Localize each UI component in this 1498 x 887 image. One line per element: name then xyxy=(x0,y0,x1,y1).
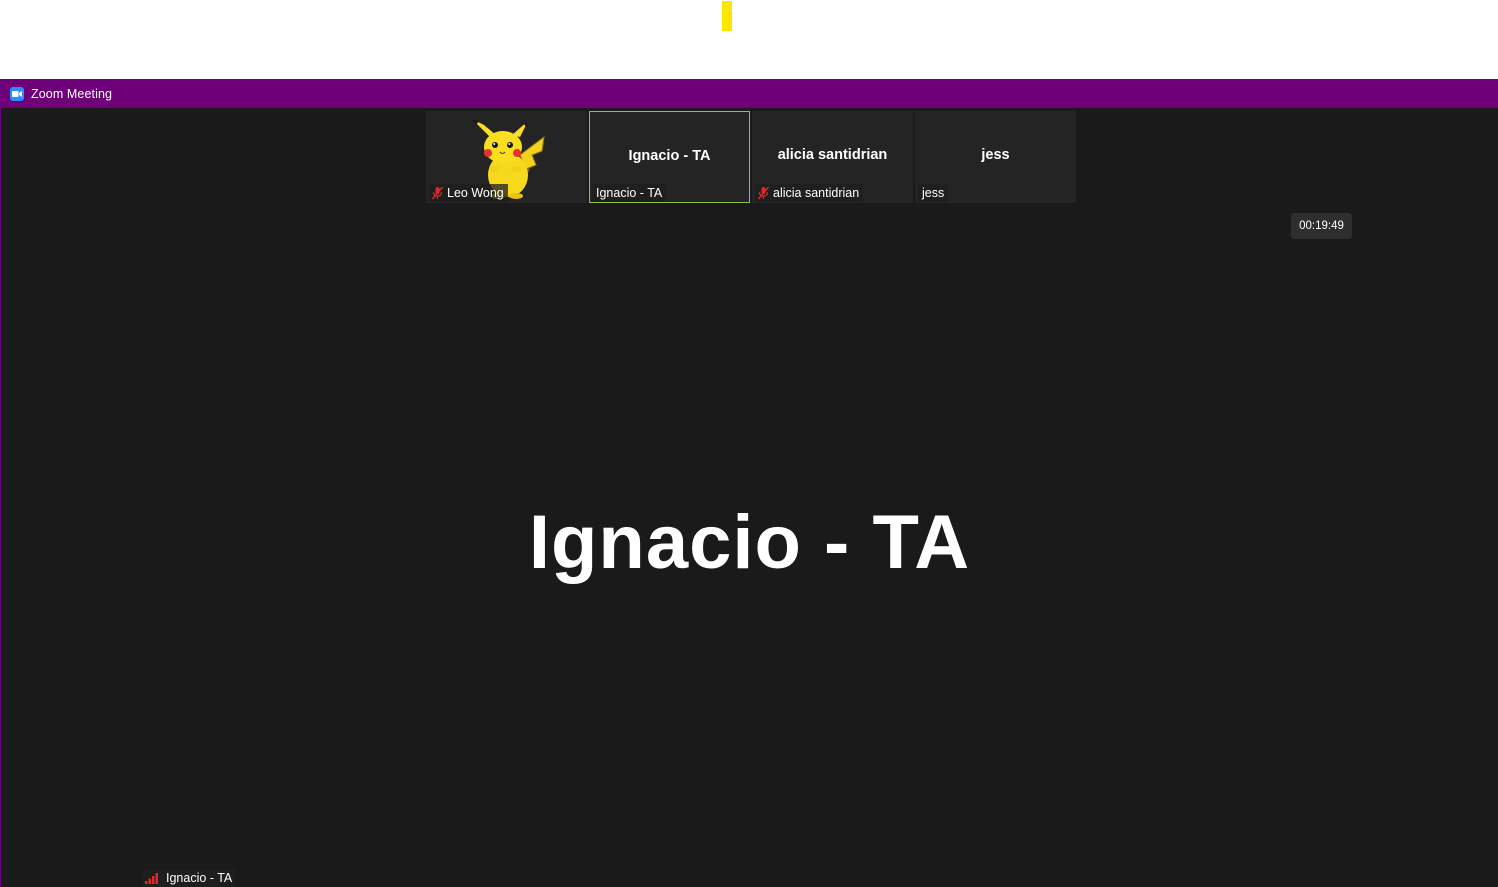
participant-display-name: Ignacio - TA xyxy=(628,148,711,164)
participant-name: Ignacio - TA xyxy=(596,186,663,200)
participant-display-name: alicia santidrian xyxy=(777,147,888,163)
participant-display-name: jess xyxy=(981,147,1010,163)
participant-label: alicia santidrian xyxy=(755,184,864,202)
meeting-timer: 00:19:49 xyxy=(1291,213,1352,239)
participant-label: jess xyxy=(918,184,949,202)
participant-tile-leo-wong[interactable]: Leo Wong xyxy=(426,111,587,203)
active-speaker-label: Ignacio - TA xyxy=(143,869,236,887)
participant-thumbnail-strip: Leo Wong Ignacio - TA Ignacio - TA alici… xyxy=(426,111,1078,203)
participant-tile-ignacio-ta[interactable]: Ignacio - TA Ignacio - TA xyxy=(589,111,750,203)
desktop-top-area xyxy=(0,0,1498,79)
participant-name: alicia santidrian xyxy=(773,186,860,200)
title-bar[interactable]: Zoom Meeting xyxy=(1,79,1498,108)
participant-label: Ignacio - TA xyxy=(592,184,667,202)
participant-name: jess xyxy=(922,186,945,200)
window-title: Zoom Meeting xyxy=(31,86,113,101)
signal-bars-icon[interactable] xyxy=(145,872,161,884)
participant-name: Leo Wong xyxy=(447,186,504,200)
zoom-meeting-window: Zoom Meeting Leo Wong Ignacio - TA Ignac… xyxy=(0,79,1498,887)
participant-label: Leo Wong xyxy=(429,184,508,202)
yellow-marker xyxy=(722,1,732,31)
muted-microphone-icon xyxy=(757,186,770,200)
active-speaker-label-text: Ignacio - TA xyxy=(166,871,233,885)
zoom-camera-icon xyxy=(10,86,24,101)
participant-tile-jess[interactable]: jess jess xyxy=(915,111,1076,203)
muted-microphone-icon xyxy=(431,186,444,200)
participant-tile-alicia-santidrian[interactable]: alicia santidrian alicia santidrian xyxy=(752,111,913,203)
active-speaker-name: Ignacio - TA xyxy=(528,500,971,585)
